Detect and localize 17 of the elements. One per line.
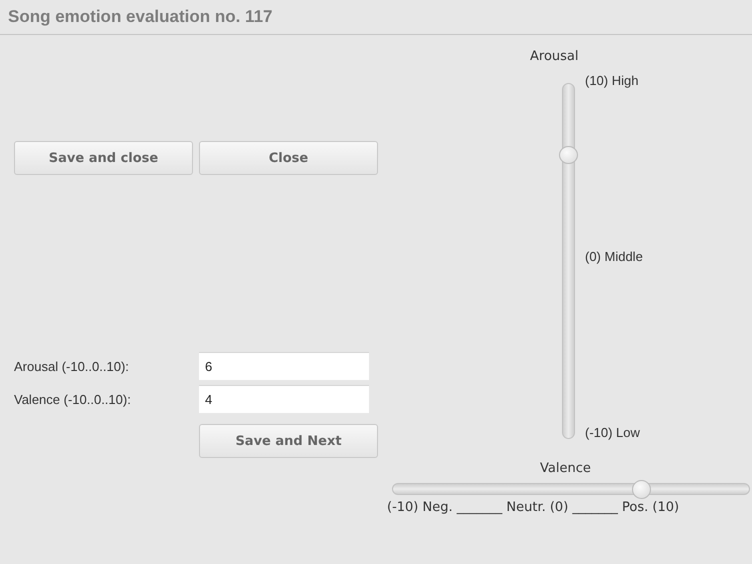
scale-label: (-10) Neg. _______ Neutr. (0) _______ Pos. (10) [387,500,680,515]
scale-label: (-10) Low [585,425,641,440]
save-next-button[interactable]: Save and Next [199,424,378,458]
field-label: Arousal (-10..0..10): [14,358,130,374]
scale-label: (0) Middle [585,249,643,264]
input-field[interactable]: 6 [199,352,369,380]
slider-thumb[interactable] [632,480,652,499]
action-button[interactable]: Close [199,141,378,175]
field-label: Valence (-10..0..10): [14,392,132,406]
scale-label: (10) High [585,73,640,88]
slider-title: Valence [540,461,591,476]
input-field[interactable]: 4 [199,385,369,413]
window-title: Song emotion evaluation no. 117 [8,7,272,27]
action-button[interactable]: Save and close [14,141,193,175]
slider-thumb[interactable] [559,146,578,164]
slider-title: Arousal [530,49,578,64]
slider-track[interactable] [562,83,575,439]
